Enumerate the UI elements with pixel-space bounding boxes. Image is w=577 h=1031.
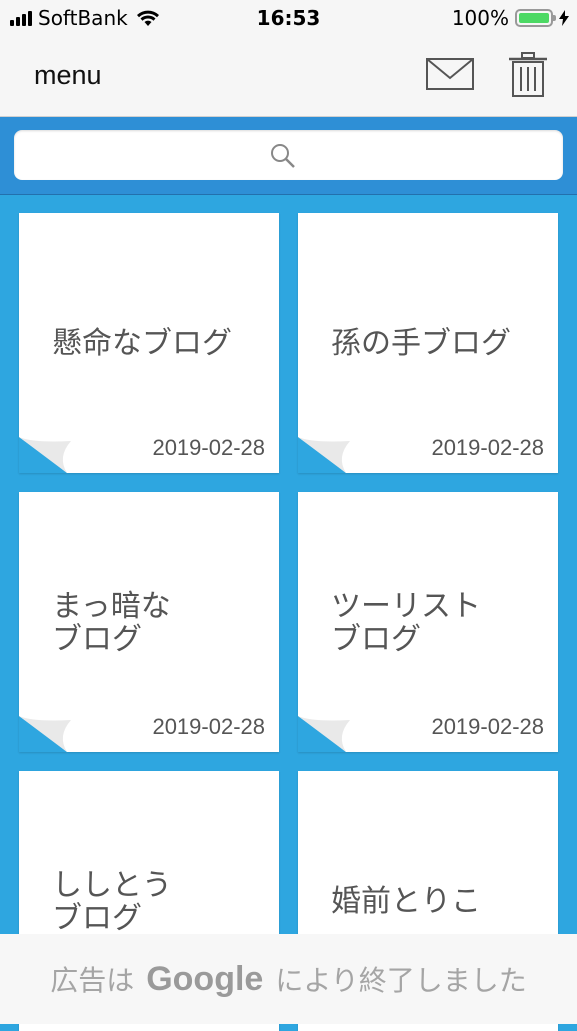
ad-banner: 広告は Google により終了しました bbox=[0, 934, 577, 1024]
battery-icon bbox=[515, 9, 556, 27]
mail-icon[interactable] bbox=[426, 58, 474, 90]
note-card[interactable]: ツーリスト ブログ 2019-02-28 bbox=[298, 492, 558, 752]
page-curl-icon bbox=[19, 437, 71, 473]
ad-prefix: 広告は bbox=[50, 964, 135, 997]
note-title: 孫の手ブログ bbox=[331, 326, 511, 361]
page-curl-icon bbox=[19, 716, 71, 752]
note-card[interactable]: 懸命なブログ 2019-02-28 bbox=[19, 213, 279, 473]
note-date: 2019-02-28 bbox=[152, 435, 265, 460]
search-icon bbox=[271, 144, 295, 168]
status-bar: SoftBank 16:53 100% bbox=[0, 0, 577, 36]
battery-group: 100% bbox=[452, 6, 569, 30]
battery-percent: 100% bbox=[451, 6, 509, 30]
note-date: 2019-02-28 bbox=[431, 714, 544, 739]
note-title: 婚前とりこ bbox=[331, 884, 481, 919]
menu-button[interactable]: menu bbox=[34, 60, 102, 91]
trash-icon[interactable] bbox=[508, 52, 548, 98]
ad-suffix: により終了しました bbox=[275, 964, 527, 997]
note-title: まっ暗な ブログ bbox=[52, 589, 171, 657]
note-title: ツーリスト ブログ bbox=[331, 589, 481, 657]
note-title: 懸命なブログ bbox=[52, 326, 232, 361]
charging-bolt-icon bbox=[559, 10, 569, 26]
page-curl-icon bbox=[298, 716, 350, 752]
nav-bar: menu bbox=[0, 36, 577, 117]
page-curl-icon bbox=[298, 437, 350, 473]
note-card[interactable]: まっ暗な ブログ 2019-02-28 bbox=[19, 492, 279, 752]
note-card[interactable]: 孫の手ブログ 2019-02-28 bbox=[298, 213, 558, 473]
note-date: 2019-02-28 bbox=[152, 714, 265, 739]
notes-grid: 懸命なブログ 2019-02-28 孫の手ブログ 2019-02-28 まっ暗な… bbox=[0, 195, 577, 1031]
google-logo: Google bbox=[146, 959, 264, 998]
note-date: 2019-02-28 bbox=[431, 435, 544, 460]
note-title: ししとう ブログ bbox=[52, 868, 172, 936]
